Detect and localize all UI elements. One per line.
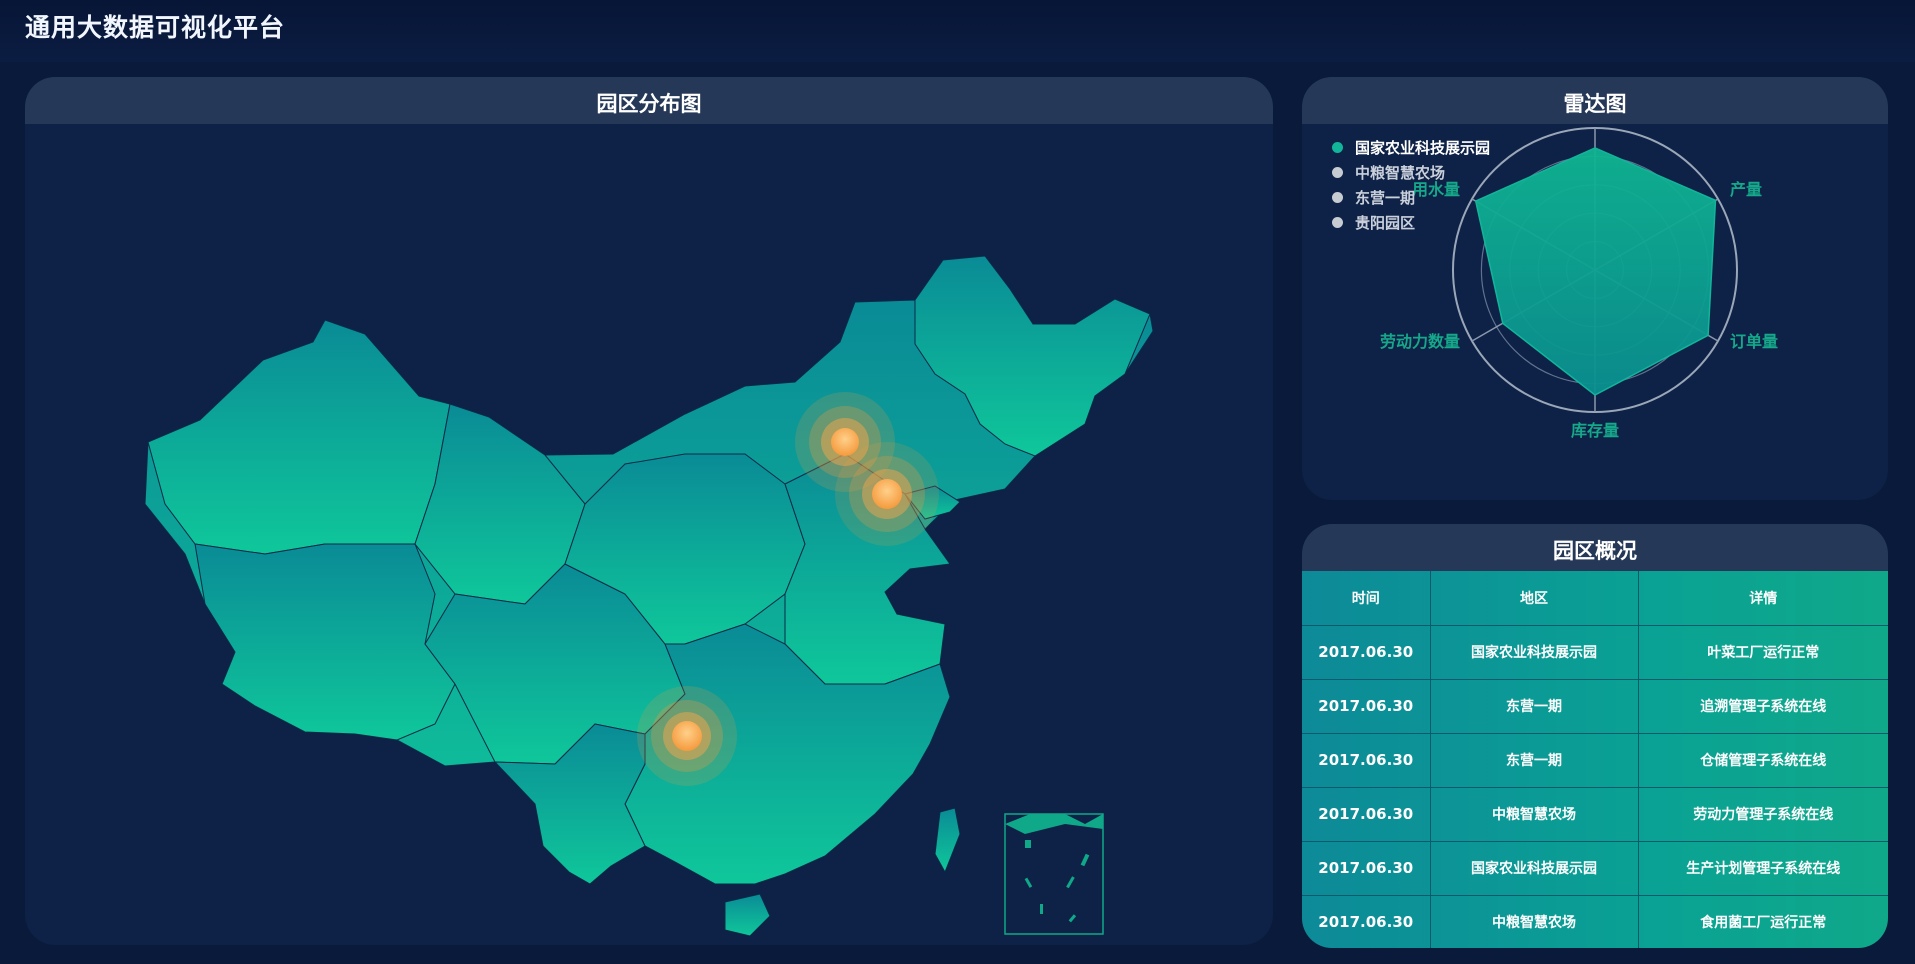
legend-label: 贵阳园区 <box>1355 214 1416 232</box>
table-row[interactable]: 2017.06.30 中粮智慧农场 劳动力管理子系统在线 <box>1302 787 1888 842</box>
table-row[interactable]: 2017.06.30 中粮智慧农场 食用菌工厂运行正常 <box>1302 895 1888 948</box>
radar-indicator-label: 订单量 <box>1730 332 1778 351</box>
map-panel-title: 园区分布图 <box>25 77 1273 124</box>
legend-item[interactable]: 国家农业科技展示园 <box>1332 135 1490 160</box>
overview-panel: 园区概况 时间 地区 详情 2017.06.30 国家农业科技展示园 叶菜工厂运… <box>1302 524 1888 948</box>
cell-time: 2017.06.30 <box>1302 679 1431 734</box>
south-china-sea-islands <box>1024 840 1090 923</box>
park-marker-guiyang[interactable] <box>637 686 737 786</box>
cell-detail: 叶菜工厂运行正常 <box>1638 625 1888 680</box>
cell-time: 2017.06.30 <box>1302 787 1431 842</box>
cell-detail: 追溯管理子系统在线 <box>1638 679 1888 734</box>
table-header-row: 时间 地区 详情 <box>1302 571 1888 626</box>
cell-region: 东营一期 <box>1430 679 1639 734</box>
top-bar: 通用大数据可视化平台 <box>0 0 1915 62</box>
table-row[interactable]: 2017.06.30 国家农业科技展示园 生产计划管理子系统在线 <box>1302 841 1888 896</box>
south-china-sea-land <box>1005 814 1103 834</box>
cell-region: 中粮智慧农场 <box>1430 895 1639 948</box>
legend-label: 国家农业科技展示园 <box>1355 139 1491 157</box>
legend-dot <box>1332 167 1343 178</box>
legend-label: 东营一期 <box>1355 189 1416 207</box>
radar-panel-title: 雷达图 <box>1302 77 1888 124</box>
cell-time: 2017.06.30 <box>1302 733 1431 788</box>
cell-time: 2017.06.30 <box>1302 895 1431 948</box>
legend-item[interactable]: 中粮智慧农场 <box>1332 160 1490 185</box>
overview-panel-title: 园区概况 <box>1302 524 1888 571</box>
radar-indicator-label: 产量 <box>1730 180 1762 199</box>
legend-dot <box>1332 192 1343 203</box>
map-region-taiwan[interactable] <box>934 807 961 874</box>
map-region-tibet[interactable] <box>194 543 456 741</box>
cell-detail: 生产计划管理子系统在线 <box>1638 841 1888 896</box>
radar-indicator-label: 库存量 <box>1571 421 1619 440</box>
legend-item[interactable]: 东营一期 <box>1332 185 1490 210</box>
column-header-detail: 详情 <box>1638 571 1888 626</box>
cell-region: 国家农业科技展示园 <box>1430 841 1639 896</box>
column-header-time: 时间 <box>1302 571 1431 626</box>
map-panel: 园区分布图 <box>25 77 1273 945</box>
radar-indicator-label: 劳动力数量 <box>1380 332 1460 351</box>
map-region-xinjiang[interactable] <box>147 319 451 555</box>
cell-region: 国家农业科技展示园 <box>1430 625 1639 680</box>
overview-table: 时间 地区 详情 2017.06.30 国家农业科技展示园 叶菜工厂运行正常 2… <box>1302 571 1888 948</box>
legend-dot <box>1332 217 1343 228</box>
cell-time: 2017.06.30 <box>1302 625 1431 680</box>
column-header-region: 地区 <box>1430 571 1639 626</box>
cell-detail: 劳动力管理子系统在线 <box>1638 787 1888 842</box>
cell-detail: 仓储管理子系统在线 <box>1638 733 1888 788</box>
china-map[interactable] <box>25 124 1273 945</box>
cell-region: 中粮智慧农场 <box>1430 787 1639 842</box>
radar-series-area[interactable] <box>1474 147 1717 396</box>
park-marker-dongying[interactable] <box>835 442 939 546</box>
legend-label: 中粮智慧农场 <box>1355 164 1446 182</box>
radar-legend: 国家农业科技展示园 中粮智慧农场 东营一期 贵阳园区 <box>1332 135 1490 235</box>
table-row[interactable]: 2017.06.30 东营一期 追溯管理子系统在线 <box>1302 679 1888 734</box>
cell-region: 东营一期 <box>1430 733 1639 788</box>
table-row[interactable]: 2017.06.30 国家农业科技展示园 叶菜工厂运行正常 <box>1302 625 1888 680</box>
legend-dot <box>1332 142 1343 153</box>
radar-panel: 雷达图 用电量产量订单量库存量劳动力数量用水量 国家农业科技展示园 中粮智慧农场… <box>1302 77 1888 500</box>
legend-item[interactable]: 贵阳园区 <box>1332 210 1490 235</box>
cell-detail: 食用菌工厂运行正常 <box>1638 895 1888 948</box>
table-row[interactable]: 2017.06.30 东营一期 仓储管理子系统在线 <box>1302 733 1888 788</box>
app-title: 通用大数据可视化平台 <box>25 13 286 42</box>
south-china-sea-inset[interactable] <box>1004 813 1104 935</box>
cell-time: 2017.06.30 <box>1302 841 1431 896</box>
map-region-hainan[interactable] <box>724 893 771 937</box>
